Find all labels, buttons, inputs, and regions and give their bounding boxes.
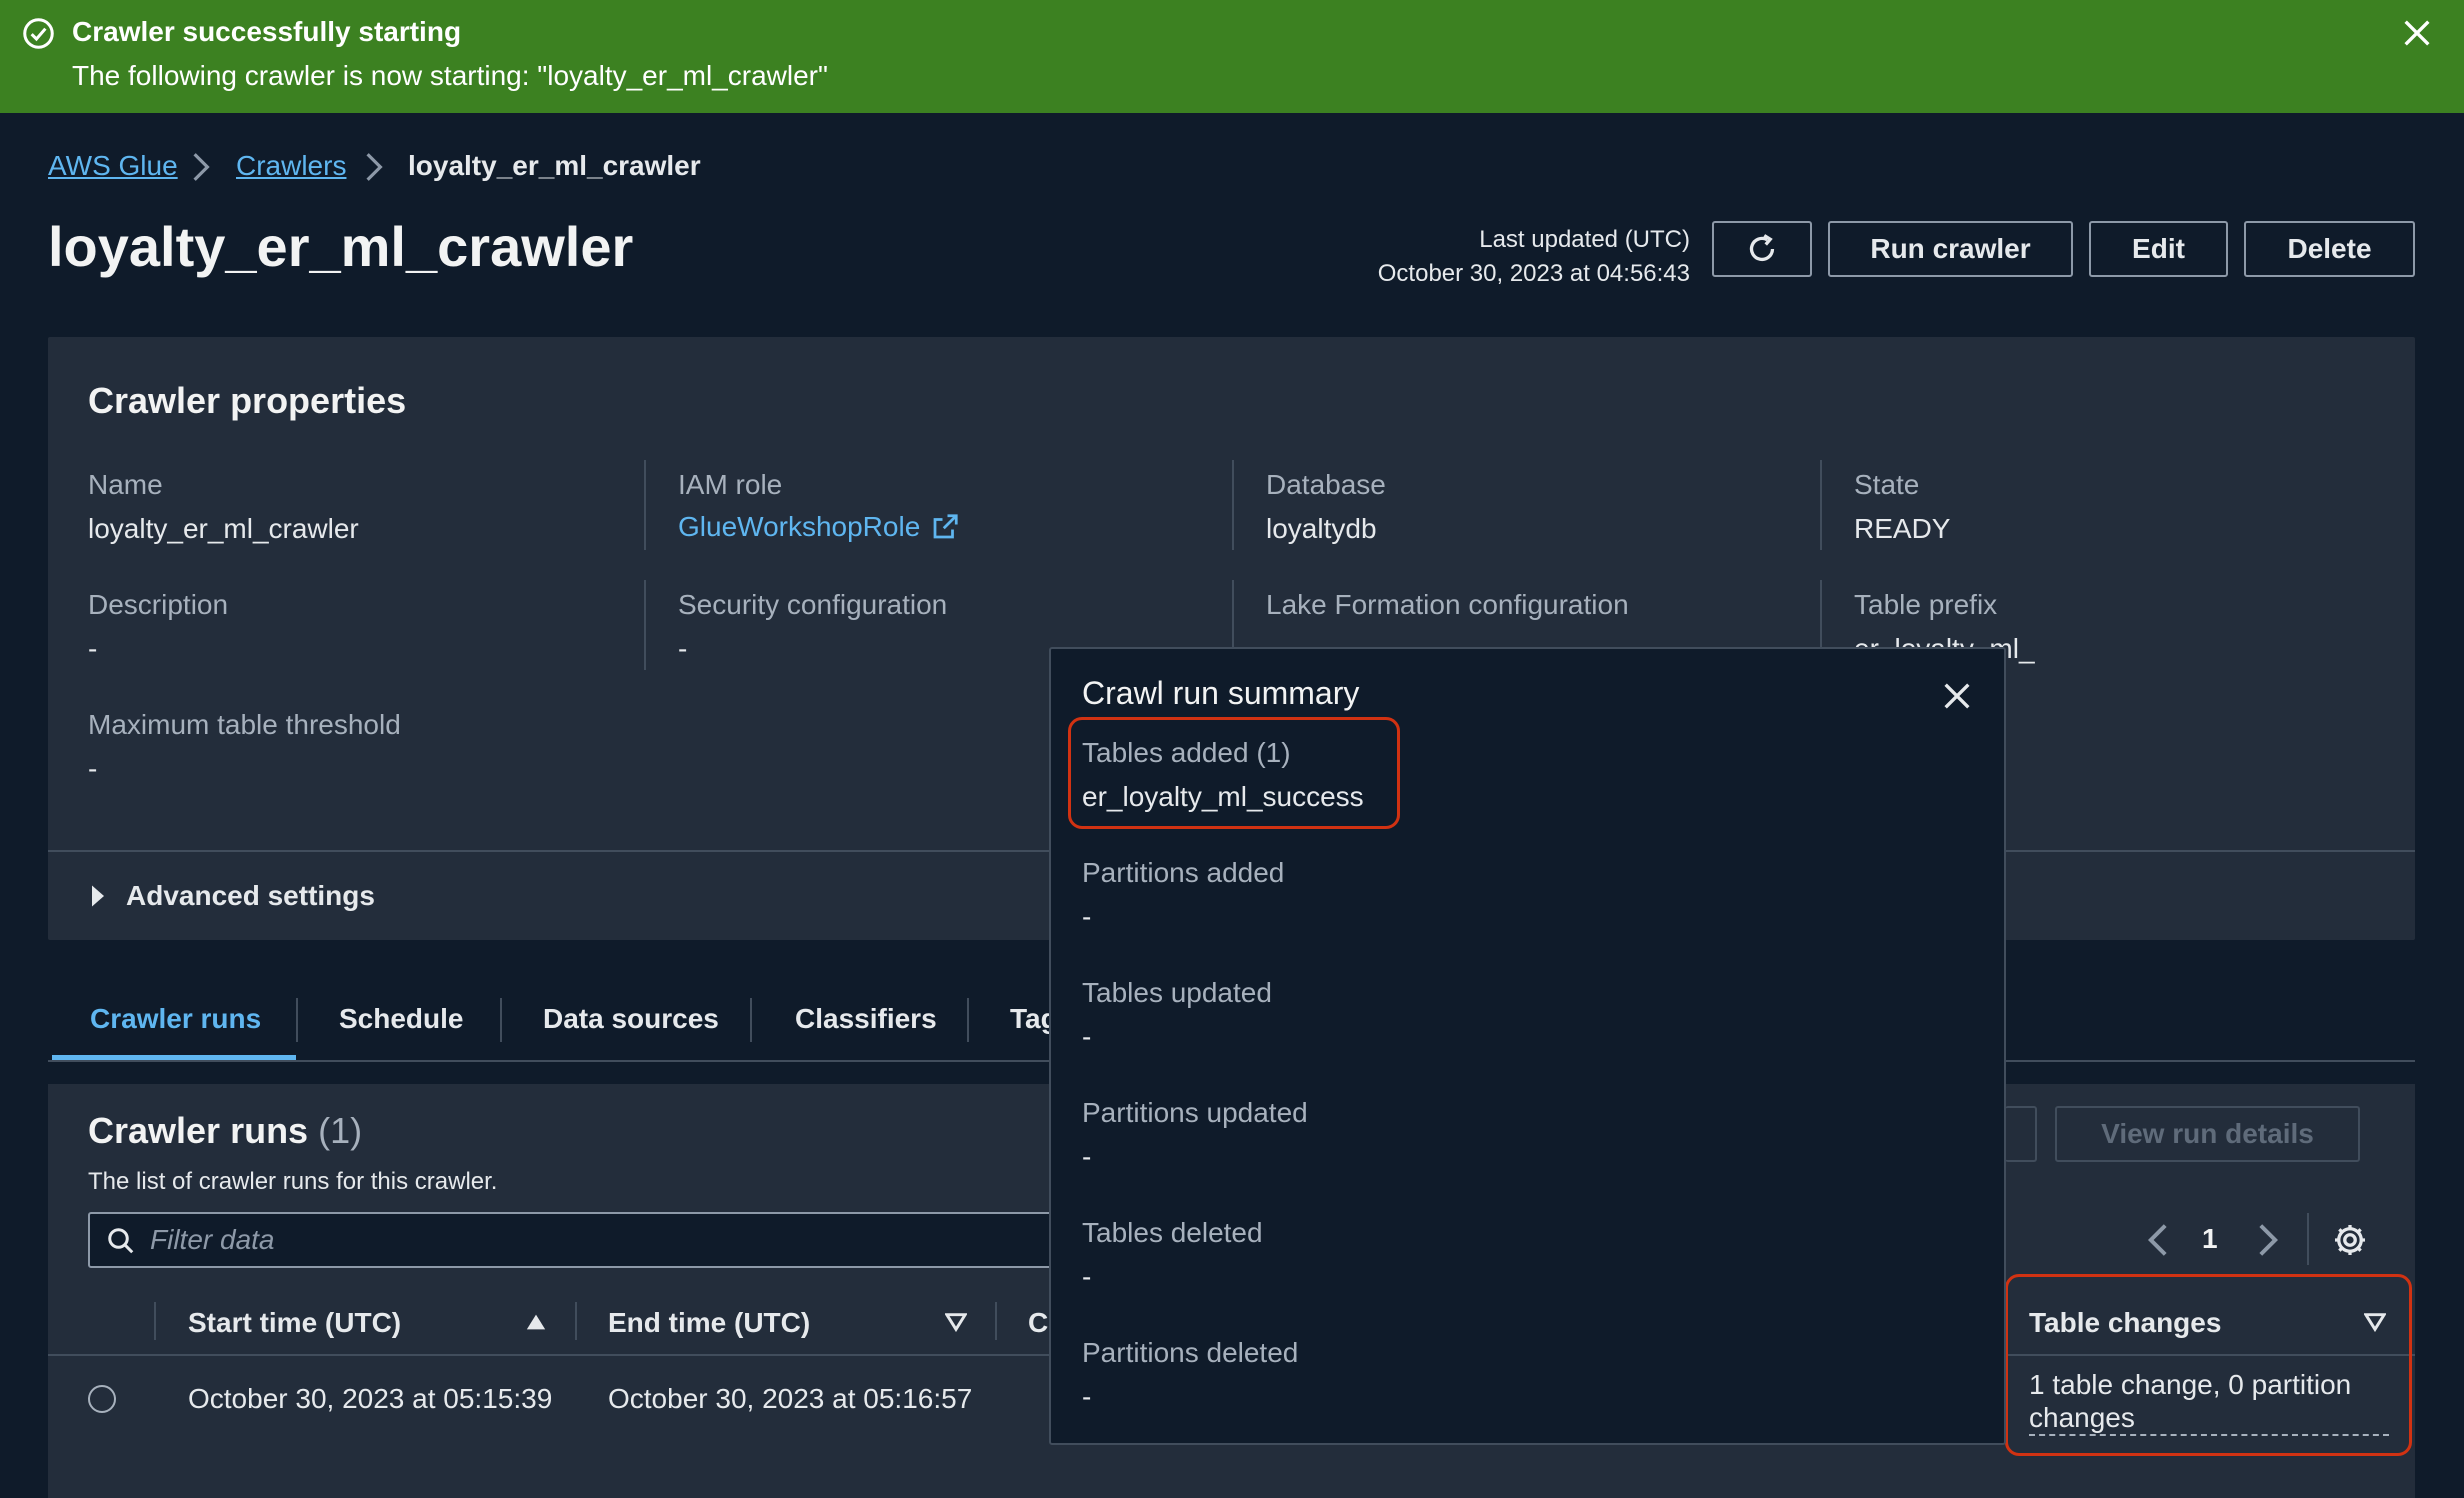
iam-role-link[interactable]: GlueWorkshopRole xyxy=(678,511,960,543)
pager-divider xyxy=(2307,1213,2309,1265)
column-divider xyxy=(644,460,646,550)
success-flash-banner: Crawler successfully starting The follow… xyxy=(0,0,2464,113)
tab-divider xyxy=(296,998,298,1042)
close-icon[interactable] xyxy=(1940,679,1974,713)
table-prefix-label: Table prefix xyxy=(1854,589,1998,620)
crawler-runs-description: The list of crawler runs for this crawle… xyxy=(88,1168,498,1195)
column-divider xyxy=(644,580,646,670)
security-configuration-value: - xyxy=(678,633,688,664)
edit-button[interactable]: Edit xyxy=(2089,221,2228,277)
tables-deleted-label: Tables deleted xyxy=(1082,1217,1263,1248)
max-table-threshold-value: - xyxy=(88,753,98,784)
breadcrumb-aws-glue[interactable]: AWS Glue xyxy=(48,150,178,182)
partitions-updated-value: - xyxy=(1082,1141,1092,1172)
iam-role-label: IAM role xyxy=(678,469,783,500)
flash-message: The following crawler is now starting: "… xyxy=(72,60,828,91)
tab-classifiers[interactable]: Classifiers xyxy=(795,1003,937,1035)
filter-input[interactable] xyxy=(150,1214,1050,1266)
partitions-added-label: Partitions added xyxy=(1082,857,1285,888)
tab-data-sources[interactable]: Data sources xyxy=(543,1003,719,1035)
description-value: - xyxy=(88,633,98,664)
tab-divider xyxy=(750,998,752,1042)
chevron-right-icon[interactable] xyxy=(2256,1222,2280,1258)
security-configuration-label: Security configuration xyxy=(678,589,948,620)
tab-divider xyxy=(500,998,502,1042)
crawler-runs-count: (1) xyxy=(318,1110,363,1151)
last-updated: Last updated (UTC) October 30, 2023 at 0… xyxy=(1378,223,1690,291)
crawler-runs-heading: Crawler runs xyxy=(88,1110,309,1151)
state-label: State xyxy=(1854,469,1920,500)
chevron-right-icon xyxy=(366,153,383,181)
refresh-icon xyxy=(1749,234,1775,262)
view-run-details-button[interactable]: View run details xyxy=(2055,1106,2360,1162)
partitions-updated-label: Partitions updated xyxy=(1082,1097,1308,1128)
refresh-button[interactable] xyxy=(1712,221,1812,277)
column-end-time[interactable]: End time (UTC) xyxy=(608,1307,810,1339)
page-title: loyalty_er_ml_crawler xyxy=(48,215,634,278)
run-crawler-button[interactable]: Run crawler xyxy=(1828,221,2073,277)
column-divider xyxy=(1232,460,1234,550)
column-divider xyxy=(1820,580,1822,650)
partitions-deleted-value: - xyxy=(1082,1381,1092,1412)
tables-deleted-value: - xyxy=(1082,1261,1092,1292)
crawler-properties-title: Crawler properties xyxy=(88,380,407,421)
column-divider xyxy=(1232,580,1234,650)
check-circle-icon xyxy=(23,18,54,49)
sort-descending-icon[interactable] xyxy=(945,1312,967,1332)
close-icon[interactable] xyxy=(2400,16,2434,50)
column-divider xyxy=(154,1302,156,1340)
gear-icon[interactable] xyxy=(2332,1222,2368,1258)
sort-ascending-icon[interactable] xyxy=(525,1312,547,1332)
database-value: loyaltydb xyxy=(1266,513,1377,544)
tables-added-label: Tables added (1) xyxy=(1082,737,1291,768)
tab-divider xyxy=(967,998,969,1042)
database-label: Database xyxy=(1266,469,1386,500)
breadcrumb-current: loyalty_er_ml_crawler xyxy=(408,150,701,181)
tables-updated-value: - xyxy=(1082,1021,1092,1052)
column-divider xyxy=(995,1302,997,1340)
last-updated-value: October 30, 2023 at 04:56:43 xyxy=(1377,260,1690,287)
search-icon xyxy=(108,1228,134,1254)
breadcrumb-crawlers[interactable]: Crawlers xyxy=(236,150,346,182)
partitions-deleted-label: Partitions deleted xyxy=(1082,1337,1299,1368)
caret-right-icon[interactable] xyxy=(90,884,106,908)
delete-button[interactable]: Delete xyxy=(2244,221,2415,277)
row-select-radio[interactable] xyxy=(88,1385,116,1413)
max-table-threshold-label: Maximum table threshold xyxy=(88,709,401,740)
column-start-time[interactable]: Start time (UTC) xyxy=(188,1307,401,1339)
stop-run-button[interactable] xyxy=(2005,1106,2037,1162)
advanced-settings-toggle[interactable]: Advanced settings xyxy=(126,880,375,912)
state-value: READY xyxy=(1854,513,1951,544)
flash-title: Crawler successfully starting xyxy=(72,16,462,47)
crawler-runs-title: Crawler runs (1) xyxy=(88,1110,362,1152)
external-link-icon xyxy=(933,514,958,539)
current-page[interactable]: 1 xyxy=(2202,1223,2218,1255)
row-end-time: October 30, 2023 at 05:16:57 xyxy=(608,1383,973,1414)
table-changes-highlight xyxy=(2005,1274,2412,1456)
column-divider xyxy=(575,1302,577,1340)
name-label: Name xyxy=(88,469,163,500)
filter-box xyxy=(88,1212,1088,1268)
chevron-left-icon[interactable] xyxy=(2146,1222,2170,1258)
chevron-right-icon xyxy=(193,153,210,181)
partitions-added-value: - xyxy=(1082,901,1092,932)
row-start-time: October 30, 2023 at 05:15:39 xyxy=(188,1383,553,1414)
name-value: loyalty_er_ml_crawler xyxy=(88,513,359,544)
tables-updated-label: Tables updated xyxy=(1082,977,1272,1008)
iam-role-value[interactable]: GlueWorkshopRole xyxy=(678,511,920,543)
last-updated-label: Last updated (UTC) xyxy=(1479,226,1690,253)
column-truncated[interactable]: C xyxy=(1028,1307,1048,1339)
lake-formation-label: Lake Formation configuration xyxy=(1266,589,1629,620)
tab-schedule[interactable]: Schedule xyxy=(339,1003,463,1035)
column-divider xyxy=(1820,460,1822,550)
description-label: Description xyxy=(88,589,229,620)
tab-crawler-runs[interactable]: Crawler runs xyxy=(90,1003,261,1035)
tables-added-value: er_loyalty_ml_success xyxy=(1082,781,1364,812)
popover-title: Crawl run summary xyxy=(1082,675,1360,711)
